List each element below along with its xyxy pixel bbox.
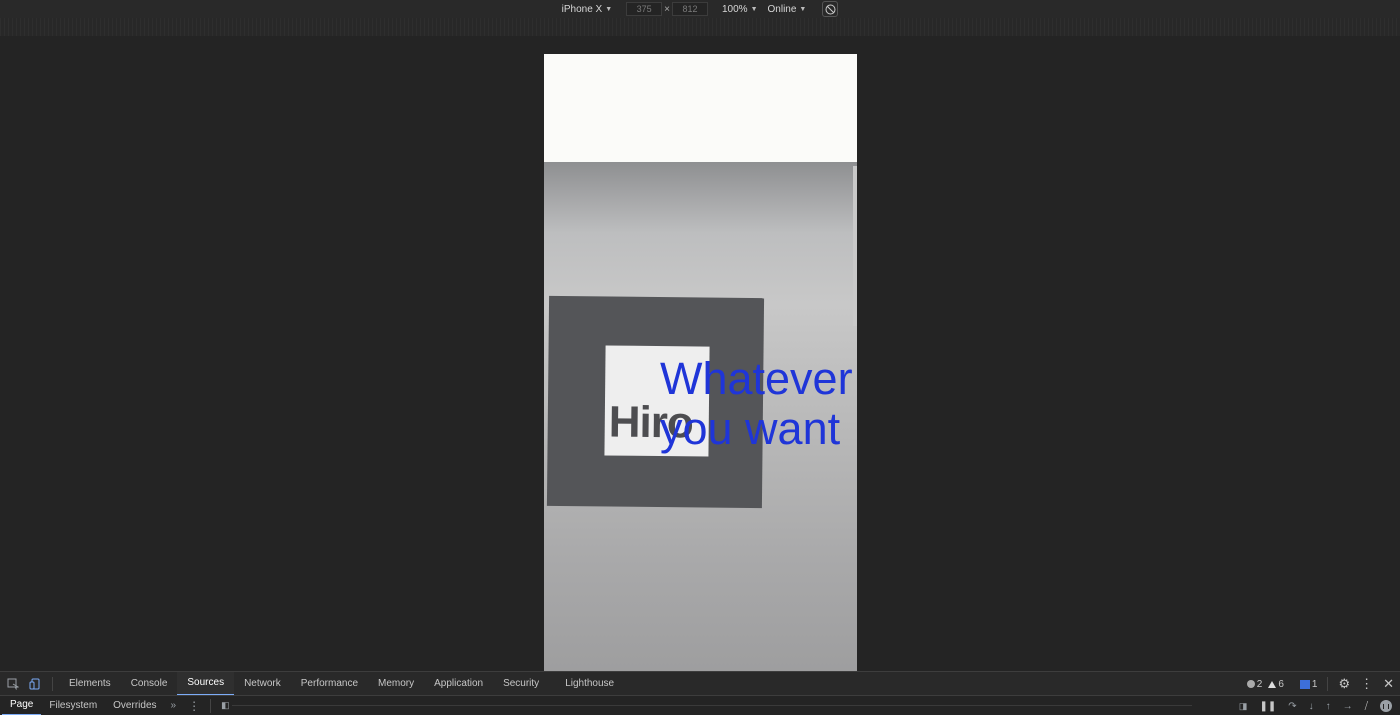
rotate-icon bbox=[825, 4, 836, 14]
divider bbox=[52, 676, 53, 691]
step-icon[interactable]: → bbox=[1343, 701, 1353, 712]
more-options-icon[interactable]: ⋮ bbox=[182, 699, 206, 713]
ar-text-line-1: Whatever bbox=[660, 353, 853, 404]
divider bbox=[210, 698, 212, 713]
tab-memory[interactable]: Memory bbox=[368, 672, 424, 696]
devtools-tabbar: Elements Console Sources Network Perform… bbox=[0, 671, 1400, 696]
tab-security[interactable]: Security bbox=[493, 672, 549, 696]
rotate-button[interactable] bbox=[822, 1, 839, 17]
camera-feed-top bbox=[544, 54, 857, 166]
error-count: 2 bbox=[1256, 678, 1263, 690]
devtools-status: 2 6 1 ⚙ ⋮ ✕ bbox=[1246, 672, 1394, 696]
chevron-down-icon: ▼ bbox=[799, 5, 807, 13]
dimension-separator: × bbox=[664, 3, 670, 15]
warning-count: 6 bbox=[1278, 678, 1284, 690]
zoom-select[interactable]: 100% ▼ bbox=[722, 4, 758, 15]
more-tabs-icon[interactable]: » bbox=[165, 700, 183, 711]
issues-badge[interactable]: 1 bbox=[1299, 678, 1318, 690]
inspect-element-icon[interactable] bbox=[2, 678, 24, 690]
issues-count: 1 bbox=[1311, 678, 1318, 690]
sources-toolbar: Page Filesystem Overrides » ⋮ ◧ ◨ ❚❚ ↷ ↓… bbox=[0, 695, 1400, 715]
error-icon bbox=[1246, 680, 1255, 688]
subtab-overrides[interactable]: Overrides bbox=[105, 696, 164, 715]
pause-icon[interactable]: ❚❚ bbox=[1259, 701, 1276, 712]
editor-tabstrip bbox=[232, 705, 1192, 706]
subtab-page[interactable]: Page bbox=[2, 696, 42, 715]
device-select[interactable]: iPhone X ▼ bbox=[562, 4, 613, 15]
ar-text: Whatever you want bbox=[660, 354, 853, 454]
device-toolbar: iPhone X ▼ 375 × 812 100% ▼ Online ▼ bbox=[0, 0, 1400, 18]
ar-text-line-2: you want bbox=[660, 403, 841, 454]
error-count-badge[interactable]: 2 6 bbox=[1246, 678, 1284, 690]
height-input[interactable]: 812 bbox=[672, 2, 708, 16]
tab-console[interactable]: Console bbox=[121, 672, 178, 696]
tab-sources[interactable]: Sources bbox=[177, 671, 235, 696]
network-throttle-select[interactable]: Online ▼ bbox=[768, 4, 807, 15]
subtab-filesystem[interactable]: Filesystem bbox=[41, 696, 105, 715]
width-input[interactable]: 375 bbox=[626, 2, 663, 16]
more-options-icon[interactable]: ⋮ bbox=[1360, 676, 1373, 692]
issues-icon bbox=[1299, 679, 1310, 689]
zoom-value: 100% bbox=[722, 3, 748, 15]
warning-icon bbox=[1268, 680, 1277, 688]
toggle-debugger-icon[interactable]: ◨ bbox=[1239, 701, 1248, 712]
chevron-down-icon: ▼ bbox=[605, 5, 613, 13]
tab-performance[interactable]: Performance bbox=[291, 672, 368, 696]
ruler bbox=[0, 18, 1400, 36]
close-icon[interactable]: ✕ bbox=[1383, 676, 1394, 692]
device-viewport[interactable]: Hiro Whatever you want bbox=[544, 54, 857, 671]
divider bbox=[1327, 677, 1329, 691]
step-into-icon[interactable]: ↓ bbox=[1309, 701, 1314, 712]
tab-lighthouse[interactable]: Lighthouse bbox=[555, 672, 624, 696]
step-out-icon[interactable]: ↑ bbox=[1326, 701, 1331, 712]
device-name: iPhone X bbox=[561, 3, 603, 15]
tab-elements[interactable]: Elements bbox=[59, 672, 121, 696]
device-toggle-icon[interactable] bbox=[24, 678, 46, 690]
pause-on-exceptions-icon[interactable] bbox=[1380, 700, 1392, 712]
camera-edge bbox=[853, 166, 857, 326]
tab-application[interactable]: Application bbox=[424, 672, 493, 696]
debugger-controls: ◨ ❚❚ ↷ ↓ ↑ → ⧸ bbox=[1239, 696, 1392, 715]
chevron-down-icon: ▼ bbox=[750, 5, 758, 13]
step-over-icon[interactable]: ↷ bbox=[1288, 701, 1296, 712]
deactivate-breakpoints-icon[interactable]: ⧸ bbox=[1365, 701, 1368, 712]
settings-icon[interactable]: ⚙ bbox=[1338, 676, 1350, 692]
tab-network[interactable]: Network bbox=[234, 672, 291, 696]
network-value: Online bbox=[767, 3, 797, 15]
